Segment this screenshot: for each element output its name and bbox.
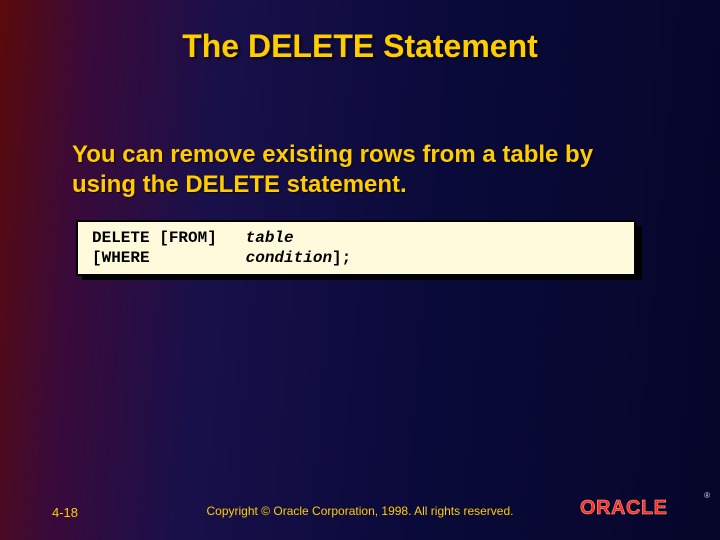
oracle-logo: ORACLE (580, 494, 700, 522)
slide: The DELETE Statement You can remove exis… (0, 0, 720, 540)
code-ident-condition: condition (246, 249, 332, 267)
code-term: ]; (332, 249, 351, 267)
footer: 4-18 Copyright © Oracle Corporation, 199… (0, 490, 720, 520)
slide-description: You can remove existing rows from a tabl… (72, 140, 640, 200)
slide-title: The DELETE Statement (0, 28, 720, 65)
oracle-logo-text: ORACLE (580, 497, 667, 519)
registered-mark: ® (704, 491, 710, 500)
code-block: DELETE [FROM] table [WHERE condition]; (76, 220, 636, 276)
code-box: DELETE [FROM] table [WHERE condition]; (76, 220, 636, 276)
code-kw-delete: DELETE [FROM] (92, 229, 246, 247)
code-kw-where: [WHERE (92, 249, 246, 267)
code-ident-table: table (246, 229, 294, 247)
